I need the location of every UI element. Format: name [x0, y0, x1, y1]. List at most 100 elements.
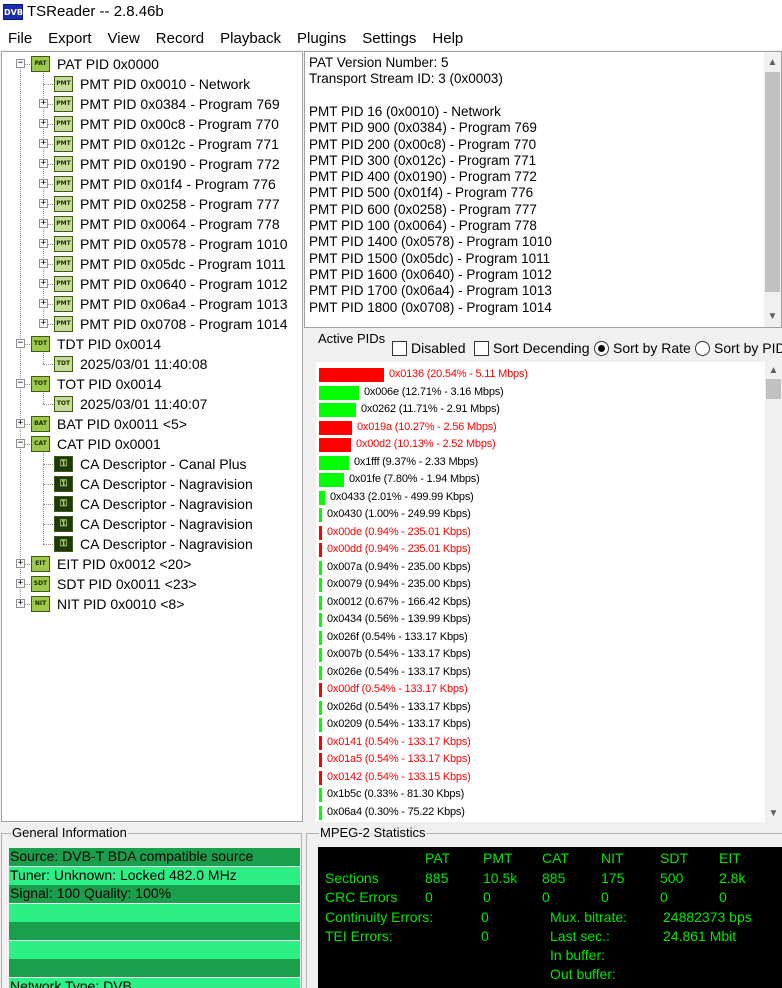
tree-item[interactable]: ⚿ CA Descriptor - Nagravision — [2, 534, 302, 554]
pid-rate-bar — [319, 543, 322, 557]
expand-icon[interactable]: + — [39, 99, 48, 108]
expand-icon[interactable]: + — [16, 599, 25, 608]
tree-item[interactable]: ⚿ CA Descriptor - Nagravision — [2, 514, 302, 534]
expand-icon[interactable]: + — [39, 319, 48, 328]
scroll-thumb[interactable] — [765, 72, 780, 292]
expand-icon[interactable]: + — [39, 279, 48, 288]
tree-line — [43, 524, 53, 525]
tree-item[interactable]: ⚿ CA Descriptor - Canal Plus — [2, 454, 302, 474]
pat-info-line: PMT PID 1500 (0x05dc) - Program 1011 — [309, 250, 551, 266]
pmt-table-icon: PMT — [54, 296, 73, 312]
tree-item[interactable]: PMT PMT PID 0x0010 - Network — [2, 74, 302, 94]
menu-view[interactable]: View — [100, 26, 148, 50]
tree-item[interactable]: + PMT PMT PID 0x0640 - Program 1012 — [2, 274, 302, 294]
expand-icon[interactable]: + — [16, 419, 25, 428]
title-bar: DVB TSReader -- 2.8.46b — [0, 0, 782, 26]
tree-item[interactable]: + PMT PMT PID 0x00c8 - Program 770 — [2, 114, 302, 134]
tree-item[interactable]: + NIT NIT PID 0x0010 <8> — [2, 594, 302, 614]
tree-item[interactable]: ⚿ CA Descriptor - Nagravision — [2, 494, 302, 514]
menu-plugins[interactable]: Plugins — [289, 26, 354, 50]
active-pids-list[interactable]: 0x0136 (20.54% - 5.11 Mbps) 0x006e (12.71… — [316, 362, 782, 822]
pid-rate-text: 0x026e (0.54% - 133.17 Kbps) — [327, 665, 471, 678]
menu-playback[interactable]: Playback — [212, 26, 289, 50]
stats-value: 0 — [719, 889, 727, 905]
radio-button[interactable] — [594, 341, 609, 356]
scroll-down-icon[interactable]: ▼ — [764, 308, 781, 325]
expand-icon[interactable]: + — [16, 579, 25, 588]
tree-item[interactable]: − CAT CAT PID 0x0001 — [2, 434, 302, 454]
collapse-icon[interactable]: − — [16, 379, 25, 388]
tree-item[interactable]: + PMT PMT PID 0x05dc - Program 1011 — [2, 254, 302, 274]
collapse-icon[interactable]: − — [16, 339, 25, 348]
tree-item[interactable]: + PMT PMT PID 0x01f4 - Program 776 — [2, 174, 302, 194]
tree-item[interactable]: − TOT TOT PID 0x0014 — [2, 374, 302, 394]
tree-item[interactable]: + PMT PMT PID 0x0578 - Program 1010 — [2, 234, 302, 254]
pid-rate-bar — [319, 805, 322, 820]
pid-rate-text: 0x0079 (0.94% - 235.00 Kbps) — [327, 578, 471, 590]
scroll-thumb[interactable] — [766, 379, 781, 399]
tree-item[interactable]: − PAT PAT PID 0x0000 — [2, 54, 302, 74]
expand-icon[interactable]: + — [39, 259, 48, 268]
pid-rate-text: 0x0262 (11.71% - 2.91 Mbps) — [361, 403, 500, 415]
ca-table-icon: ⚿ — [54, 496, 73, 512]
menu-record[interactable]: Record — [148, 26, 212, 50]
option-label: Sort by Rate — [613, 340, 691, 356]
tree-item[interactable]: ⚿ CA Descriptor - Nagravision — [2, 474, 302, 494]
pid-tree[interactable]: − PAT PAT PID 0x0000 PMT PMT PID 0x0010 - Ne… — [1, 51, 303, 822]
expand-icon[interactable]: + — [39, 199, 48, 208]
menu-settings[interactable]: Settings — [354, 26, 424, 50]
tree-item[interactable]: + PMT PMT PID 0x012c - Program 771 — [2, 134, 302, 154]
eit-table-icon: EIT — [31, 556, 50, 572]
tree-item[interactable]: + PMT PMT PID 0x0190 - Program 772 — [2, 154, 302, 174]
pat-info-line: PMT PID 1800 (0x0708) - Program 1014 — [309, 299, 552, 315]
tree-item[interactable]: TDT 2025/03/01 11:40:08 — [2, 354, 302, 374]
tree-item[interactable]: + PMT PMT PID 0x0384 - Program 769 — [2, 94, 302, 114]
expand-icon[interactable]: + — [39, 139, 48, 148]
pat-info-line: PMT PID 16 (0x0010) - Network — [309, 103, 501, 119]
pmt-table-icon: PMT — [54, 256, 73, 272]
tree-item[interactable]: + PMT PMT PID 0x0708 - Program 1014 — [2, 314, 302, 334]
expand-icon[interactable]: + — [39, 119, 48, 128]
expand-icon[interactable]: + — [39, 239, 48, 248]
pat-scrollbar[interactable]: ▲ ▼ — [764, 52, 781, 327]
tree-item[interactable]: + SDT SDT PID 0x0011 <23> — [2, 574, 302, 594]
tree-item[interactable]: + EIT EIT PID 0x0012 <20> — [2, 554, 302, 574]
sdt-table-icon: SDT — [31, 576, 50, 592]
expand-icon[interactable]: + — [39, 179, 48, 188]
pid-rate-text: 0x1fff (9.37% - 2.33 Mbps) — [354, 455, 479, 468]
tree-item-label: PMT PID 0x0064 - Program 778 — [80, 216, 280, 232]
tree-item[interactable]: + BAT BAT PID 0x0011 <5> — [2, 414, 302, 434]
scroll-down-icon[interactable]: ▼ — [765, 805, 782, 822]
expand-icon[interactable]: + — [39, 219, 48, 228]
tree-item[interactable]: − TDT TDT PID 0x0014 — [2, 334, 302, 354]
pid-rate-text: 0x0434 (0.56% - 139.99 Kbps) — [327, 613, 471, 625]
expand-icon[interactable]: + — [39, 299, 48, 308]
checkbox[interactable] — [392, 341, 407, 356]
pid-rate-bar — [319, 700, 322, 715]
menu-help[interactable]: Help — [424, 26, 471, 50]
checkbox[interactable] — [474, 341, 489, 356]
stats-value: 0 — [425, 889, 433, 905]
menu-export[interactable]: Export — [40, 26, 99, 50]
expand-icon[interactable]: + — [16, 559, 25, 568]
scroll-up-icon[interactable]: ▲ — [765, 362, 782, 379]
tree-item[interactable]: + PMT PMT PID 0x0064 - Program 778 — [2, 214, 302, 234]
option-label: Sort by PID — [714, 340, 782, 356]
tree-item-label: BAT PID 0x0011 <5> — [57, 416, 187, 432]
tree-line — [43, 84, 53, 85]
collapse-icon[interactable]: − — [16, 59, 25, 68]
pid-rate-bar — [319, 473, 344, 487]
radio-button[interactable] — [695, 341, 710, 356]
menu-file[interactable]: File — [0, 26, 40, 50]
tree-item[interactable]: + PMT PMT PID 0x0258 - Program 777 — [2, 194, 302, 214]
pids-scrollbar[interactable]: ▲ ▼ — [765, 362, 782, 822]
tree-item[interactable]: TOT 2025/03/01 11:40:07 — [2, 394, 302, 414]
stats-column-header: SDT — [660, 850, 688, 866]
pat-info-panel[interactable]: PAT Version Number: 5 Transport Stream ID… — [304, 51, 782, 328]
expand-icon[interactable]: + — [39, 159, 48, 168]
collapse-icon[interactable]: − — [16, 439, 25, 448]
tree-item[interactable]: + PMT PMT PID 0x06a4 - Program 1013 — [2, 294, 302, 314]
tree-item-label: PMT PID 0x01f4 - Program 776 — [80, 176, 276, 192]
scroll-up-icon[interactable]: ▲ — [764, 54, 781, 71]
pid-rate-text: 0x00dd (0.94% - 235.01 Kbps) — [327, 543, 471, 555]
